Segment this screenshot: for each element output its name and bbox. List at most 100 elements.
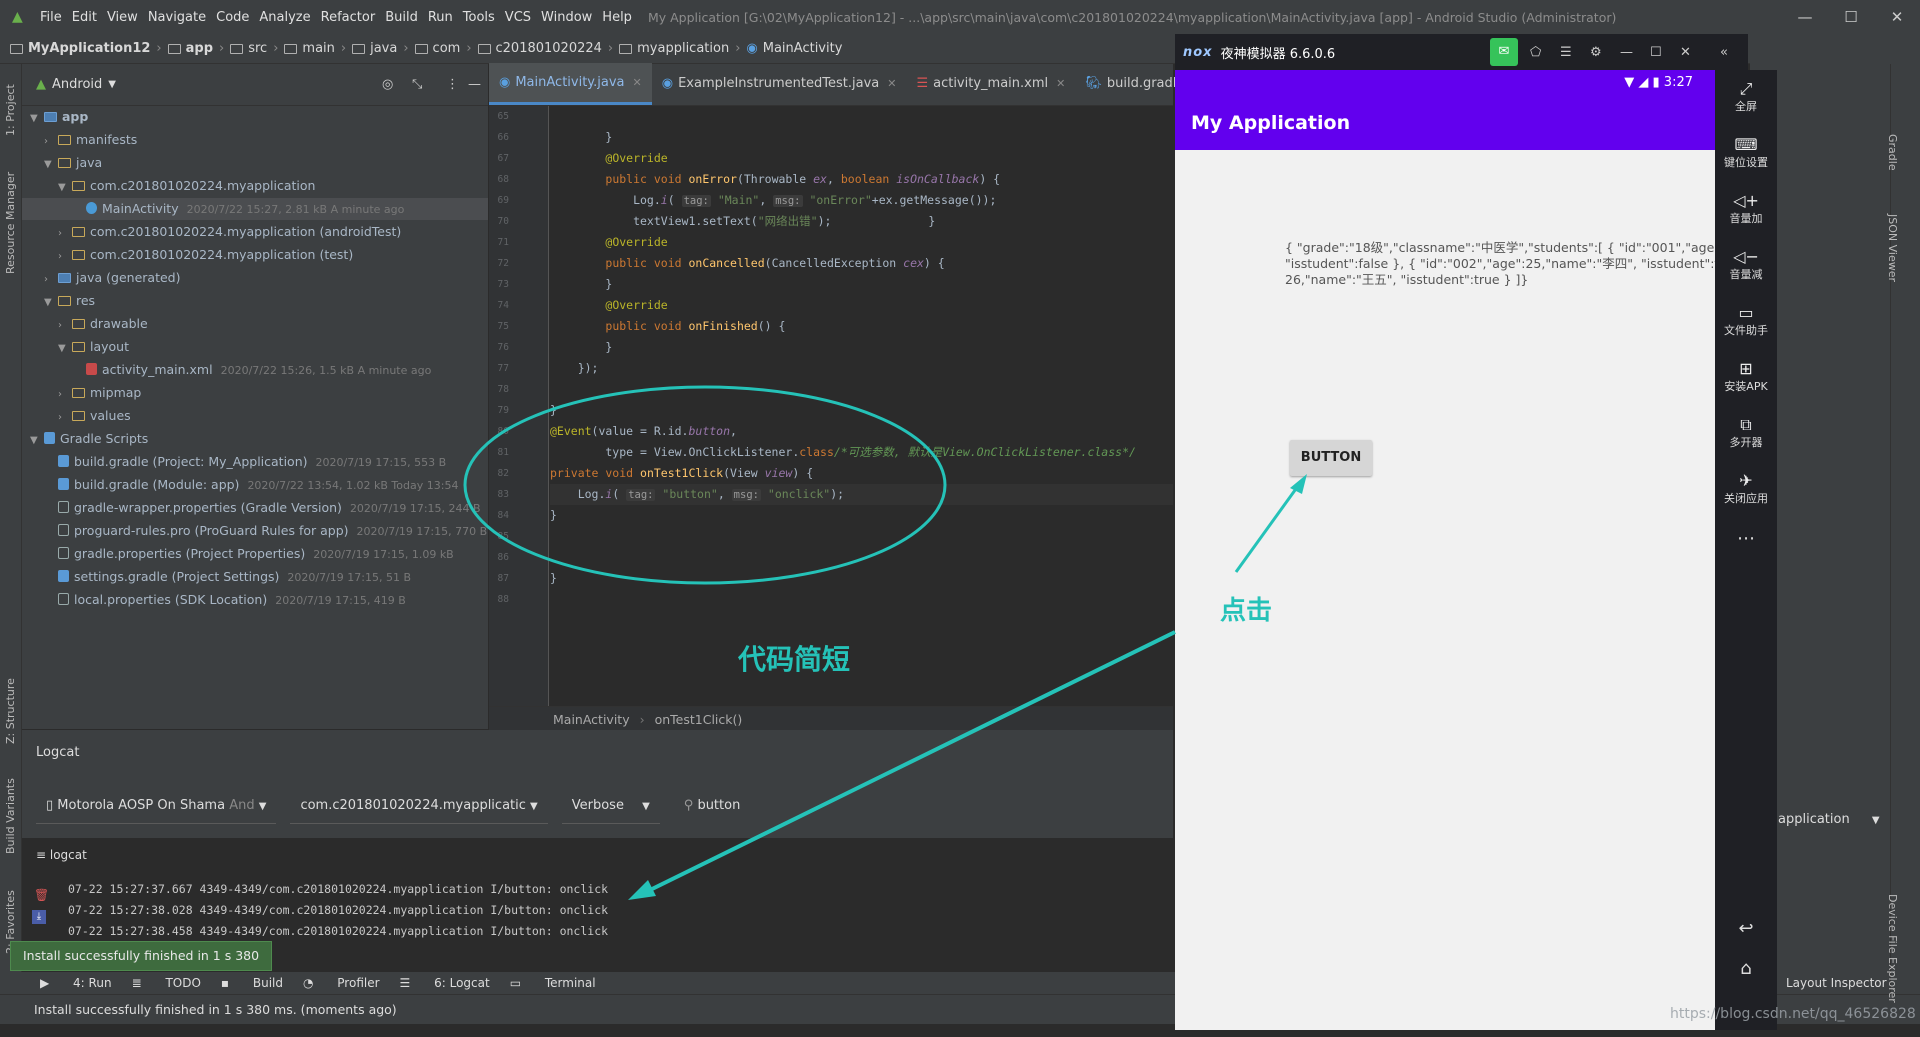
chevron-down-icon[interactable]: ▼ <box>108 79 116 90</box>
build-variants-tab[interactable]: Build Variants <box>4 778 17 854</box>
expand-arrow-icon[interactable]: › <box>58 315 72 337</box>
emulator-maximize-icon[interactable]: ☐ <box>1650 45 1662 60</box>
volume-up-button[interactable]: ◁+ 音量加 <box>1715 192 1777 226</box>
menu-run[interactable]: Run <box>428 10 453 25</box>
expand-arrow-icon[interactable]: ▼ <box>58 338 72 360</box>
tree-item[interactable]: › com.c201801020224.myapplication (androi… <box>58 221 401 243</box>
tree-item[interactable]: › manifests <box>44 129 137 151</box>
tab-activity-main-xml[interactable]: ☰ activity_main.xml ✕ <box>906 63 1075 105</box>
tree-item[interactable]: ▼ Gradle Scripts <box>30 428 148 450</box>
logcat-search-input[interactable]: button <box>697 798 740 813</box>
device-file-explorer-tab[interactable]: Device File Explorer <box>1886 894 1899 1003</box>
crumb-app[interactable]: app <box>186 41 213 56</box>
emulator-close-icon[interactable]: ✕ <box>1680 45 1691 60</box>
expand-arrow-icon[interactable]: ▼ <box>58 177 72 199</box>
close-icon[interactable]: ✕ <box>1874 0 1920 34</box>
menu-icon[interactable]: ☰ <box>1560 45 1572 60</box>
expand-arrow-icon[interactable]: › <box>58 407 72 429</box>
crumb-src[interactable]: src <box>248 41 267 56</box>
close-tab-icon[interactable]: ✕ <box>887 63 896 105</box>
keymap-button[interactable]: ⌨ 键位设置 <box>1715 136 1777 170</box>
menu-view[interactable]: View <box>107 10 138 25</box>
maximize-icon[interactable]: ☐ <box>1828 0 1874 34</box>
scroll-end-icon[interactable]: ⤓ <box>32 910 46 924</box>
target-icon[interactable]: ◎ <box>382 77 393 92</box>
expand-arrow-icon[interactable]: ▼ <box>30 430 44 452</box>
tree-item[interactable]: proguard-rules.pro (ProGuard Rules for a… <box>44 520 487 542</box>
tree-item[interactable]: local.properties (SDK Location) 2020/7/19… <box>44 589 406 611</box>
file-helper-button[interactable]: ▭ 文件助手 <box>1715 304 1777 338</box>
expand-arrow-icon[interactable]: › <box>44 131 58 153</box>
collapse-icon[interactable]: ⤡ <box>412 77 422 92</box>
menu-help[interactable]: Help <box>602 10 632 25</box>
tree-item[interactable]: gradle-wrapper.properties (Gradle Versio… <box>44 497 481 519</box>
tree-item[interactable]: › mipmap <box>58 382 141 404</box>
structure-tab[interactable]: Z: Structure <box>4 678 17 744</box>
menu-edit[interactable]: Edit <box>72 10 97 25</box>
expand-arrow-icon[interactable]: › <box>58 223 72 245</box>
fullscreen-button[interactable]: ⤢ 全屏 <box>1715 80 1777 114</box>
back-icon[interactable]: ↩ <box>1715 918 1777 939</box>
profiler-tab[interactable]: ◔ Profiler <box>303 976 380 990</box>
gradle-tab[interactable]: Gradle <box>1886 134 1899 171</box>
tree-item[interactable]: › java (generated) <box>44 267 180 289</box>
tree-item[interactable]: › com.c201801020224.myapplication (test) <box>58 244 353 266</box>
project-tool-tab[interactable]: 1: Project <box>4 84 17 136</box>
tree-item[interactable]: MainActivity 2020/7/22 15:27, 2.81 kB A m… <box>22 198 488 220</box>
close-app-button[interactable]: ✈ 关闭应用 <box>1715 472 1777 506</box>
tree-item[interactable]: gradle.properties (Project Properties) 20… <box>44 543 454 565</box>
terminal-tab[interactable]: ▭ Terminal <box>510 976 596 990</box>
tree-item[interactable]: build.gradle (Module: app) 2020/7/22 13:5… <box>44 474 458 496</box>
crumb-mainactivity[interactable]: MainActivity <box>763 41 843 56</box>
crumb-package[interactable]: c201801020224 <box>496 41 602 56</box>
more-options-icon[interactable]: ⋮ <box>446 77 459 92</box>
app-button[interactable]: BUTTON <box>1290 440 1372 476</box>
tree-item[interactable]: activity_main.xml 2020/7/22 15:26, 1.5 kB… <box>72 359 431 381</box>
store-icon[interactable]: ⬠ <box>1530 45 1541 60</box>
clear-log-icon[interactable]: 🗑︎ <box>34 888 49 902</box>
crumb-com[interactable]: com <box>433 41 461 56</box>
crumb-project[interactable]: MyApplication12 <box>28 41 150 56</box>
menu-build[interactable]: Build <box>385 10 418 25</box>
tab-mainactivity[interactable]: ◉ MainActivity.java ✕ <box>489 63 652 105</box>
tree-item[interactable]: ▼ app <box>30 106 88 128</box>
collapse-sidebar-icon[interactable]: « <box>1720 45 1728 60</box>
crumb-main[interactable]: main <box>302 41 334 56</box>
expand-arrow-icon[interactable]: ▼ <box>44 292 58 314</box>
menu-vcs[interactable]: VCS <box>505 10 531 25</box>
install-apk-button[interactable]: ⊞ 安装APK <box>1715 360 1777 394</box>
volume-down-button[interactable]: ◁− 音量减 <box>1715 248 1777 282</box>
close-tab-icon[interactable]: ✕ <box>1056 63 1065 105</box>
todo-tab[interactable]: ≣ TODO <box>132 976 201 990</box>
tree-item[interactable]: ▼ java <box>44 152 102 174</box>
json-viewer-tab[interactable]: JSON Viewer <box>1886 214 1899 282</box>
settings-icon[interactable]: ⚙ <box>1590 45 1602 60</box>
editor-crumb-class[interactable]: MainActivity <box>553 712 630 727</box>
multi-instance-button[interactable]: ⧉ 多开器 <box>1715 416 1777 450</box>
log-level-select[interactable]: Verbose ▼ <box>561 788 660 824</box>
emulator-minimize-icon[interactable]: — <box>1620 45 1633 60</box>
crumb-myapplication[interactable]: myapplication <box>637 41 729 56</box>
tree-item[interactable]: › drawable <box>58 313 148 335</box>
menu-code[interactable]: Code <box>216 10 249 25</box>
logcat-right-select[interactable]: application ▼ <box>1778 812 1880 827</box>
layout-inspector-button[interactable]: Layout Inspector <box>1786 976 1887 990</box>
tree-item[interactable]: ▼ com.c201801020224.myapplication <box>58 175 315 197</box>
minimize-icon[interactable]: — <box>1782 0 1828 34</box>
expand-arrow-icon[interactable]: ▼ <box>30 108 44 130</box>
run-tab[interactable]: ▶ 4: Run <box>40 976 112 990</box>
menu-window[interactable]: Window <box>541 10 592 25</box>
menu-file[interactable]: File <box>40 10 62 25</box>
build-tab[interactable]: ▪ Build <box>221 976 283 990</box>
code-editor[interactable]: } @Override public void onError(Throwabl… <box>550 106 1173 706</box>
tree-item[interactable]: ▼ layout <box>58 336 129 358</box>
package-select[interactable]: com.c201801020224.myapplicatic ▼ <box>290 788 548 824</box>
project-view-select[interactable]: Android <box>52 77 102 92</box>
expand-arrow-icon[interactable]: › <box>58 384 72 406</box>
resource-manager-tab[interactable]: Resource Manager <box>4 172 17 274</box>
menu-analyze[interactable]: Analyze <box>259 10 310 25</box>
expand-arrow-icon[interactable]: › <box>44 269 58 291</box>
more-icon[interactable]: ⋯ <box>1715 528 1777 549</box>
expand-arrow-icon[interactable]: ▼ <box>44 154 58 176</box>
logcat-tab[interactable]: ☰ 6: Logcat <box>400 976 490 990</box>
